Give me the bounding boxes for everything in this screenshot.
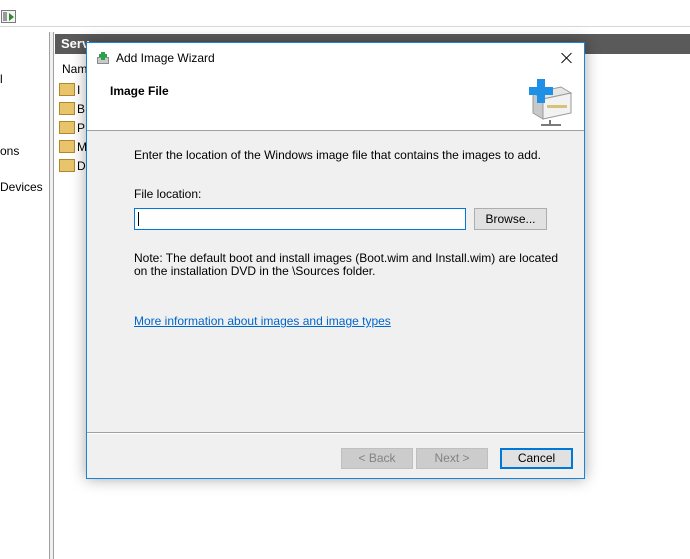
- list-item[interactable]: D: [59, 158, 86, 175]
- list-item[interactable]: B: [59, 101, 85, 118]
- text-caret: [138, 212, 139, 226]
- tree-item[interactable]: Devices: [0, 180, 43, 194]
- file-location-input[interactable]: [134, 208, 466, 230]
- list-item[interactable]: I: [59, 82, 80, 99]
- add-image-icon: [529, 79, 573, 126]
- note-text: Note: The default boot and install image…: [134, 251, 558, 278]
- add-image-wizard-dialog: Add Image Wizard Image File Enter the lo…: [86, 42, 585, 479]
- console-toolbar: [0, 0, 690, 27]
- instruction-text: Enter the location of the Windows image …: [134, 148, 541, 162]
- file-location-label: File location:: [134, 187, 202, 201]
- show-action-pane-icon[interactable]: [1, 10, 16, 23]
- browse-button[interactable]: Browse...: [474, 208, 547, 230]
- wizard-header: Image File: [87, 73, 584, 131]
- dialog-title: Add Image Wizard: [116, 51, 215, 65]
- pane-splitter[interactable]: [50, 32, 54, 559]
- cancel-button[interactable]: Cancel: [500, 448, 573, 469]
- list-item[interactable]: P: [59, 120, 85, 137]
- back-button[interactable]: < Back: [341, 448, 413, 469]
- wizard-app-icon: [97, 52, 109, 64]
- tree-item[interactable]: ons: [0, 144, 19, 158]
- dialog-titlebar[interactable]: Add Image Wizard: [87, 43, 584, 73]
- more-info-link[interactable]: More information about images and image …: [134, 314, 391, 328]
- close-icon[interactable]: [549, 43, 584, 73]
- folder-icon: [59, 159, 75, 173]
- tree-item[interactable]: l: [0, 72, 3, 86]
- page-title: Image File: [110, 84, 169, 98]
- footer-divider-highlight: [87, 433, 584, 434]
- folder-icon: [59, 102, 75, 116]
- column-header-name[interactable]: Nam: [62, 62, 87, 76]
- next-button[interactable]: Next >: [416, 448, 488, 469]
- console-tree: l ons Devices: [0, 32, 50, 559]
- folder-icon: [59, 140, 75, 154]
- list-item[interactable]: M: [59, 139, 87, 156]
- folder-icon: [59, 83, 75, 97]
- folder-icon: [59, 121, 75, 135]
